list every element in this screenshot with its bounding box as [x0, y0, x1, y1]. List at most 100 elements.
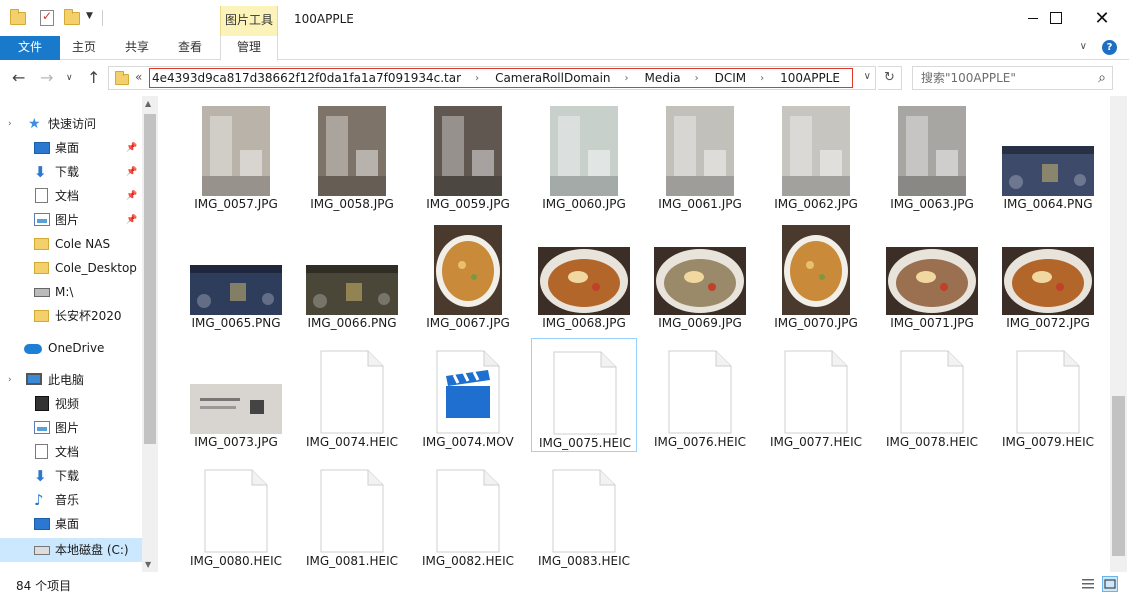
chevron-right-icon[interactable]: ›	[681, 73, 713, 84]
sidebar-item[interactable]: Cole NAS	[0, 232, 142, 256]
chevron-down-icon[interactable]: ▼	[86, 11, 93, 21]
sidebar-item[interactable]: 视频	[0, 392, 142, 416]
image-file-item[interactable]: IMG_0065.PNG	[183, 219, 289, 333]
sidebar-item[interactable]: Cole_Desktop	[0, 256, 142, 280]
sidebar-item[interactable]: 本地磁盘 (C:)	[0, 538, 142, 562]
recent-locations-chevron-icon[interactable]: ∨	[66, 73, 73, 83]
sidebar-item[interactable]: ⬇ 下载	[0, 464, 142, 488]
breadcrumb-item[interactable]: DCIM	[713, 71, 747, 85]
image-file-item[interactable]: IMG_0072.JPG	[995, 219, 1101, 333]
sidebar-item-label: 音乐	[55, 493, 80, 507]
sidebar-item[interactable]: 长安杯2020	[0, 304, 142, 328]
sidebar-item[interactable]: 图片 📌	[0, 208, 142, 232]
chevron-right-icon[interactable]: ›	[746, 73, 778, 84]
breadcrumb-item[interactable]: Media	[643, 71, 681, 85]
file-name: IMG_0062.JPG	[774, 197, 858, 211]
tab-view[interactable]: 查看	[166, 36, 214, 60]
sidebar-item[interactable]: 桌面 📌	[0, 136, 142, 160]
search-icon[interactable]: ⌕	[1098, 70, 1106, 86]
sidebar-item-label: 本地磁盘 (C:)	[55, 543, 129, 557]
image-file-item[interactable]: IMG_0071.JPG	[879, 219, 985, 333]
large-icons-view-icon[interactable]	[1102, 576, 1118, 592]
breadcrumb-item[interactable]: CameraRollDomain	[493, 71, 610, 85]
tab-share[interactable]: 共享	[113, 36, 161, 60]
file-item[interactable]: IMG_0081.HEIC	[299, 457, 405, 571]
image-file-item[interactable]: IMG_0064.PNG	[995, 100, 1101, 214]
file-name: IMG_0082.HEIC	[421, 554, 515, 568]
sidebar-item[interactable]: › ★ 快速访问	[0, 112, 142, 136]
sidebar-scrollbar[interactable]: ▲ ▼	[142, 96, 158, 572]
scroll-up-icon[interactable]: ▲	[145, 99, 151, 108]
chevron-down-icon[interactable]: ∨	[864, 71, 871, 82]
file-name: IMG_0078.HEIC	[885, 435, 979, 449]
scrollbar-thumb[interactable]	[1112, 396, 1125, 556]
close-button[interactable]: ✕	[1079, 0, 1125, 36]
new-folder-icon[interactable]	[64, 9, 80, 26]
file-item[interactable]: IMG_0076.HEIC	[647, 338, 753, 452]
up-arrow-icon[interactable]: ↑	[87, 68, 100, 87]
refresh-button[interactable]: ↻	[878, 66, 902, 90]
tab-file[interactable]: 文件	[0, 36, 60, 60]
image-file-item[interactable]: IMG_0073.JPG	[183, 338, 289, 452]
image-file-item[interactable]: IMG_0068.JPG	[531, 219, 637, 333]
sidebar-item[interactable]: 文档 📌	[0, 184, 142, 208]
thumbnail	[995, 104, 1101, 196]
file-item[interactable]: IMG_0077.HEIC	[763, 338, 869, 452]
file-item[interactable]: IMG_0074.HEIC	[299, 338, 405, 452]
tab-home[interactable]: 主页	[60, 36, 108, 60]
address-overflow[interactable]: «	[135, 70, 142, 84]
sidebar-item[interactable]: 文档	[0, 440, 142, 464]
file-item[interactable]: IMG_0080.HEIC	[183, 457, 289, 571]
image-file-item[interactable]: IMG_0058.JPG	[299, 100, 405, 214]
back-arrow-icon[interactable]: ←	[12, 68, 25, 87]
breadcrumb-item[interactable]: 100APPLE	[778, 71, 840, 85]
file-item[interactable]: IMG_0082.HEIC	[415, 457, 521, 571]
image-file-item[interactable]: IMG_0063.JPG	[879, 100, 985, 214]
maximize-button[interactable]	[1033, 0, 1079, 36]
image-file-item[interactable]: IMG_0067.JPG	[415, 219, 521, 333]
image-file-item[interactable]: IMG_0062.JPG	[763, 100, 869, 214]
image-file-item[interactable]: IMG_0057.JPG	[183, 100, 289, 214]
expand-chevron-icon[interactable]: ›	[8, 368, 12, 392]
help-icon[interactable]: ?	[1102, 40, 1117, 55]
image-file-item[interactable]: IMG_0066.PNG	[299, 219, 405, 333]
expand-chevron-icon[interactable]: ›	[8, 112, 12, 136]
file-name: IMG_0064.PNG	[1003, 197, 1093, 211]
sidebar-item[interactable]: OneDrive	[0, 336, 142, 360]
image-file-item[interactable]: IMG_0060.JPG	[531, 100, 637, 214]
sidebar-item[interactable]: ♪ 音乐	[0, 488, 142, 512]
scrollbar-thumb[interactable]	[144, 114, 156, 444]
folder-icon	[34, 260, 50, 276]
details-view-icon[interactable]	[1080, 576, 1096, 592]
sidebar-item[interactable]: › 此电脑	[0, 368, 142, 392]
sidebar-item-label: OneDrive	[48, 341, 105, 355]
chevron-right-icon[interactable]: ›	[611, 73, 643, 84]
tab-manage[interactable]: 管理	[220, 36, 278, 61]
file-item[interactable]: IMG_0075.HEIC	[531, 338, 637, 452]
breadcrumb-item[interactable]: 4e4393d9ca817d38662f12f0da1fa1a7f091934c…	[150, 71, 461, 85]
sidebar-item[interactable]: ⬇ 下载 📌	[0, 160, 142, 184]
image-file-item[interactable]: IMG_0070.JPG	[763, 219, 869, 333]
file-item[interactable]: IMG_0079.HEIC	[995, 338, 1101, 452]
properties-icon[interactable]	[40, 9, 56, 26]
file-item[interactable]: IMG_0074.MOV	[415, 338, 521, 452]
forward-arrow-icon[interactable]: →	[40, 68, 53, 87]
chevron-right-icon[interactable]: ›	[461, 73, 493, 84]
sidebar-item-label: Cole_Desktop	[55, 261, 137, 275]
local-disk-icon	[34, 542, 50, 558]
file-item[interactable]: IMG_0083.HEIC	[531, 457, 637, 571]
sidebar-item[interactable]: M:\	[0, 280, 142, 304]
file-name: IMG_0077.HEIC	[769, 435, 863, 449]
address-bar[interactable]: « 4e4393d9ca817d38662f12f0da1fa1a7f09193…	[108, 66, 876, 90]
search-input[interactable]	[913, 67, 1093, 89]
scroll-down-icon[interactable]: ▼	[145, 560, 151, 569]
picture-icon	[34, 212, 50, 228]
file-item[interactable]: IMG_0078.HEIC	[879, 338, 985, 452]
image-file-item[interactable]: IMG_0069.JPG	[647, 219, 753, 333]
image-file-item[interactable]: IMG_0061.JPG	[647, 100, 753, 214]
sidebar-item[interactable]: 图片	[0, 416, 142, 440]
sidebar-item[interactable]: 桌面	[0, 512, 142, 536]
image-file-item[interactable]: IMG_0059.JPG	[415, 100, 521, 214]
content-scrollbar[interactable]	[1110, 96, 1127, 572]
chevron-down-icon[interactable]: ∨	[1080, 41, 1087, 52]
